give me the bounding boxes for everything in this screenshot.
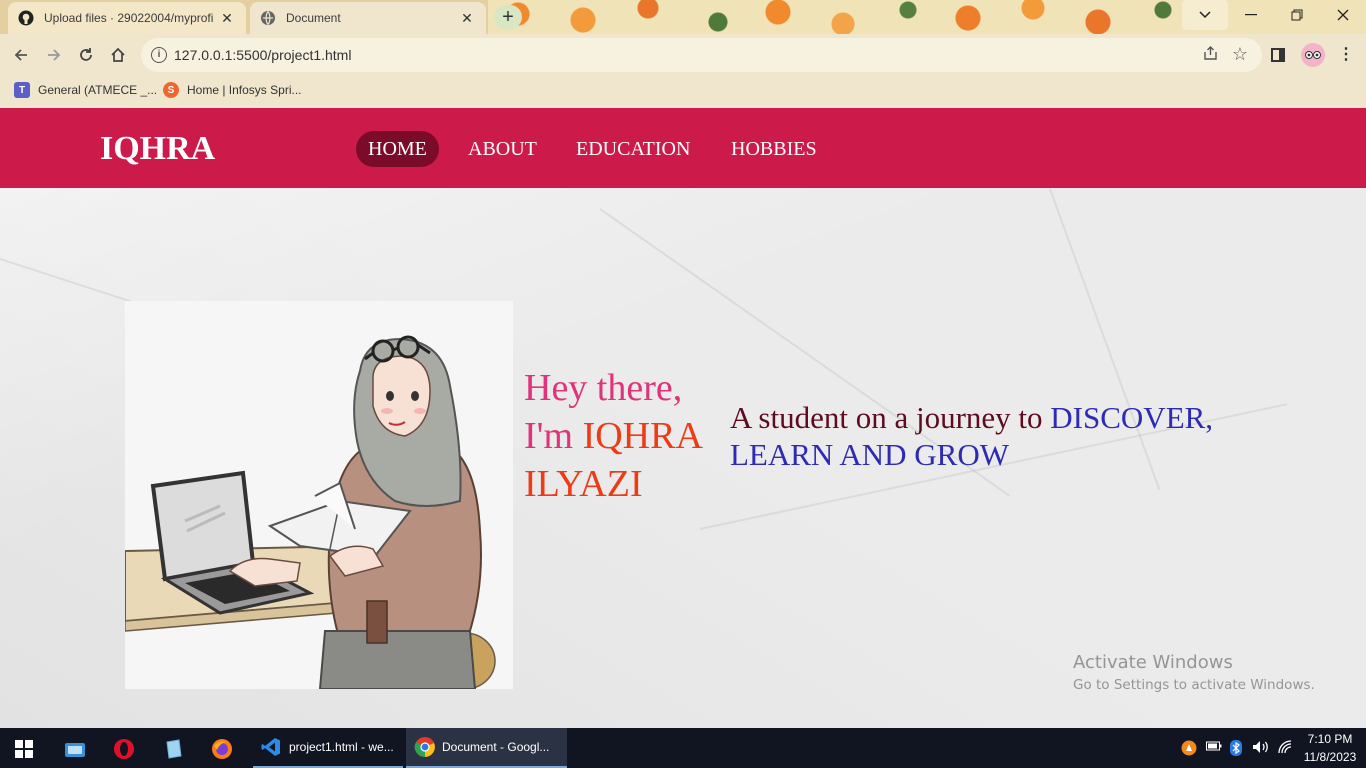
home-icon[interactable] — [107, 44, 129, 66]
site-info-icon[interactable]: i — [151, 47, 167, 63]
profile-avatar-icon[interactable] — [1301, 43, 1325, 67]
tab-github-upload[interactable]: Upload files · 29022004/myprofi ✕ — [8, 2, 246, 34]
greeting-line: Hey there, — [524, 367, 683, 409]
wifi-icon[interactable] — [1278, 740, 1294, 757]
hero-tagline: A student on a journey to DISCOVER, LEAR… — [730, 399, 1270, 473]
reload-icon[interactable] — [75, 44, 97, 66]
battery-icon[interactable] — [1206, 740, 1222, 755]
url-text[interactable]: 127.0.0.1:5500/project1.html — [174, 47, 351, 63]
bookmark-label: Home | Infosys Spri... — [187, 83, 302, 97]
vlc-tray-icon[interactable] — [1181, 740, 1197, 759]
nav-about[interactable]: ABOUT — [456, 131, 549, 167]
windows-taskbar: project1.html - we... Document - Googl..… — [0, 728, 1366, 768]
taskbar-clock[interactable]: 7:10 PM 11/8/2023 — [1298, 730, 1362, 766]
share-icon[interactable] — [1203, 46, 1218, 65]
watermark-subtitle: Go to Settings to activate Windows. — [1073, 677, 1315, 693]
site-navbar: IQHRA HOME ABOUT EDUCATION HOBBIES — [0, 108, 1366, 188]
taskbar-app-label: Document - Googl... — [442, 740, 550, 754]
tab-title: Document — [286, 11, 341, 25]
globe-icon — [260, 10, 276, 26]
bookmark-infosys[interactable]: S Home | Infosys Spri... — [163, 82, 302, 98]
activate-windows-watermark: Activate Windows Go to Settings to activ… — [1073, 652, 1315, 693]
tab-close-icon[interactable]: ✕ — [458, 10, 476, 27]
back-arrow-icon[interactable] — [10, 44, 32, 66]
address-bar[interactable]: i 127.0.0.1:5500/project1.html ☆ — [141, 38, 1262, 72]
taskbar-app-label: project1.html - we... — [289, 740, 394, 754]
first-name: IQHRA — [582, 415, 703, 457]
teams-icon: T — [14, 82, 30, 98]
infosys-springboard-icon: S — [163, 82, 179, 98]
greeting-name-line: I'm IQHRA — [524, 412, 724, 460]
notes-app-icon[interactable] — [153, 732, 193, 766]
hero-greeting: Hey there, I'm IQHRA ILYAZI — [524, 364, 724, 508]
tab-strip: Upload files · 29022004/myprofi ✕ Docume… — [0, 0, 1366, 34]
windows-start-icon[interactable] — [4, 732, 44, 766]
restore-icon[interactable] — [1274, 0, 1320, 30]
bookmarks-bar: T General (ATMECE _... S Home | Infosys … — [0, 76, 1366, 108]
forward-arrow-icon[interactable] — [43, 44, 65, 66]
close-window-icon[interactable] — [1320, 0, 1366, 30]
bookmark-teams[interactable]: T General (ATMECE _... — [14, 82, 157, 98]
firefox-icon[interactable] — [202, 732, 242, 766]
bookmark-star-icon[interactable]: ☆ — [1232, 44, 1248, 65]
new-tab-button[interactable]: + — [494, 5, 522, 29]
clock-time: 7:10 PM — [1307, 732, 1353, 746]
tab-close-icon[interactable]: ✕ — [218, 10, 236, 27]
profile-illustration — [125, 301, 513, 689]
taskbar-vscode[interactable]: project1.html - we... — [253, 728, 403, 768]
vscode-icon — [261, 737, 281, 757]
side-panel-icon[interactable] — [1271, 48, 1285, 62]
opera-icon[interactable] — [104, 732, 144, 766]
page-viewport: IQHRA HOME ABOUT EDUCATION HOBBIES Hey t… — [0, 108, 1366, 728]
watermark-title: Activate Windows — [1073, 652, 1233, 673]
bluetooth-icon[interactable] — [1230, 740, 1242, 759]
menu-kebab-icon[interactable]: ⋮ — [1338, 44, 1354, 64]
nav-education[interactable]: EDUCATION — [564, 131, 702, 167]
chrome-icon — [414, 736, 436, 758]
tab-search-icon[interactable] — [1182, 0, 1228, 30]
file-explorer-icon[interactable] — [55, 732, 95, 766]
nav-home[interactable]: HOME — [356, 131, 439, 167]
github-icon — [18, 10, 34, 26]
nav-hobbies[interactable]: HOBBIES — [719, 131, 829, 167]
tab-document[interactable]: Document ✕ — [250, 2, 486, 34]
greeting-prefix: I'm — [524, 415, 583, 457]
tab-title: Upload files · 29022004/myprofi — [44, 11, 214, 25]
bookmark-label: General (ATMECE _... — [38, 83, 158, 97]
minimize-icon[interactable] — [1228, 0, 1274, 30]
tagline-prefix: A student on a journey to — [730, 400, 1051, 435]
site-logo[interactable]: IQHRA — [100, 130, 215, 168]
volume-icon[interactable] — [1252, 740, 1270, 757]
browser-toolbar: i 127.0.0.1:5500/project1.html ☆ ⋮ — [0, 34, 1366, 76]
last-name: ILYAZI — [524, 463, 643, 505]
clock-date: 11/8/2023 — [1303, 750, 1357, 764]
taskbar-chrome[interactable]: Document - Googl... — [406, 728, 567, 768]
